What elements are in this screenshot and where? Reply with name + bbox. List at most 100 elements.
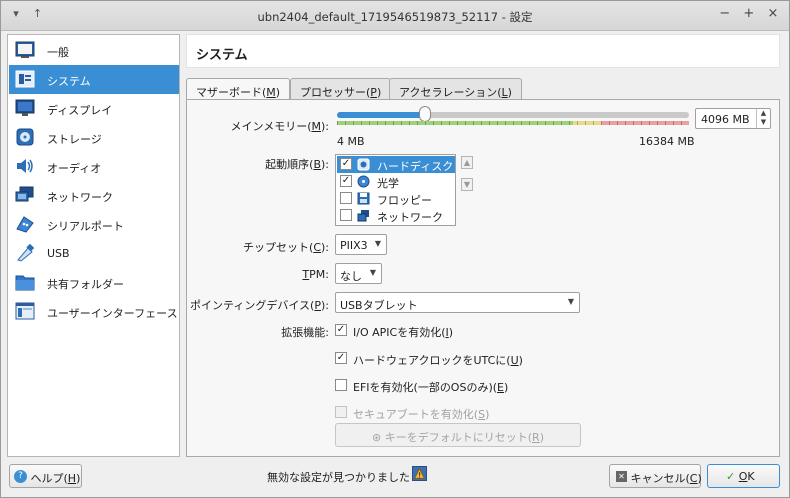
settings-sidebar: 一般 システム ディスプレイ ストレージ オーディオ ネットワーク シリアルポー…	[7, 34, 180, 457]
window-title: ubn2404_default_1719546519873_52117 - 設定	[257, 10, 533, 24]
warning-icon[interactable]	[412, 466, 427, 481]
boot-item-label: フロッピー	[377, 194, 432, 207]
reset-icon: ⊛	[372, 431, 382, 444]
move-down-icon[interactable]: ▼	[461, 178, 473, 191]
checkbox-box[interactable]: ✓	[335, 324, 347, 336]
cancel-icon: ✕	[616, 471, 627, 482]
tpm-label: TPM:	[302, 268, 329, 281]
general-icon	[15, 41, 35, 58]
usb-icon	[17, 244, 35, 262]
sidebar-item-user-interface[interactable]: ユーザーインターフェース	[9, 297, 179, 326]
title-bar: ▾ ↑ ubn2404_default_1719546519873_52117 …	[1, 1, 789, 31]
boot-checkbox[interactable]	[340, 209, 352, 221]
memory-slider-fill	[337, 112, 425, 118]
reset-keys-button: ⊛ キーをデフォルトにリセット(R)	[335, 423, 581, 447]
maximize-icon[interactable]: +	[741, 6, 757, 21]
sidebar-item-storage[interactable]: ストレージ	[9, 123, 179, 152]
title-bar-right-controls: − + ×	[713, 6, 781, 21]
boot-checkbox[interactable]: ✓	[340, 175, 352, 187]
sidebar-item-audio[interactable]: オーディオ	[9, 152, 179, 181]
memory-spin-arrows[interactable]: ▲ ▼	[756, 109, 770, 128]
boot-item-label: ネットワーク	[377, 211, 443, 224]
checkbox-box[interactable]: ✓	[335, 352, 347, 364]
chevron-down-icon: ▼	[567, 297, 574, 306]
boot-item-hard-disk[interactable]: ✓ ハードディスク	[337, 156, 455, 173]
memory-slider-handle[interactable]	[419, 106, 431, 122]
memory-spinbox[interactable]: 4096 MB ▲ ▼	[695, 108, 771, 129]
sidebar-item-system[interactable]: システム	[9, 65, 179, 94]
boot-item-label: 光学	[377, 177, 399, 190]
sidebar-item-usb[interactable]: USB	[9, 239, 179, 268]
chevron-down-icon: ▼	[374, 239, 381, 248]
boot-item-optical[interactable]: ✓ 光学	[337, 173, 455, 190]
sidebar-item-network[interactable]: ネットワーク	[9, 181, 179, 210]
sidebar-item-label: ユーザーインターフェース	[47, 307, 178, 320]
tab-acceleration[interactable]: アクセラレーション(L)	[389, 78, 522, 100]
sidebar-item-label: ディスプレイ	[47, 104, 113, 117]
page-header: システム	[186, 34, 780, 68]
chipset-select[interactable]: PIIX3 ▼	[335, 234, 387, 255]
settings-window: ▾ ↑ ubn2404_default_1719546519873_52117 …	[0, 0, 790, 498]
boot-order-list: ✓ ハードディスク ✓ 光学 フロッピー ネットワーク	[335, 154, 456, 226]
minimize-icon[interactable]: −	[717, 6, 733, 21]
network-boot-icon	[357, 210, 369, 222]
pointing-device-value: USBタブレット	[340, 299, 418, 312]
tpm-value: なし	[340, 270, 362, 283]
sidebar-item-label: オーディオ	[47, 162, 102, 175]
close-icon[interactable]: ×	[765, 6, 781, 21]
checkbox-box	[335, 406, 347, 418]
checkmark-icon: ✓	[726, 470, 736, 483]
memory-value[interactable]: 4096 MB	[701, 113, 750, 126]
memory-label: メインメモリー(M):	[230, 120, 329, 133]
checkbox-box[interactable]	[335, 379, 347, 391]
sidebar-item-general[interactable]: 一般	[9, 36, 179, 65]
ok-button[interactable]: ✓ OK	[707, 464, 780, 488]
network-icon	[15, 186, 34, 202]
memory-max-label: 16384 MB	[639, 135, 695, 148]
chipset-label: チップセット(C):	[243, 241, 329, 254]
page-title: システム	[196, 48, 248, 63]
pointing-device-label: ポインティングデバイス(P):	[190, 299, 329, 312]
pointing-device-select[interactable]: USBタブレット ▼	[335, 292, 580, 313]
chipset-value: PIIX3	[340, 239, 368, 252]
sidebar-item-serial-port[interactable]: シリアルポート	[9, 210, 179, 239]
sidebar-item-label: USB	[47, 247, 70, 260]
sidebar-item-label: 共有フォルダー	[47, 278, 124, 291]
chevron-down-icon: ▼	[369, 268, 376, 277]
display-icon	[15, 99, 35, 116]
move-up-icon[interactable]: ▲	[461, 156, 473, 169]
sidebar-item-label: ストレージ	[47, 133, 102, 146]
sidebar-item-label: 一般	[47, 46, 69, 59]
help-icon: ?	[14, 470, 27, 483]
sidebar-item-shared-folder[interactable]: 共有フォルダー	[9, 268, 179, 297]
tab-processor[interactable]: プロセッサー(P)	[290, 78, 392, 100]
sidebar-item-display[interactable]: ディスプレイ	[9, 94, 179, 123]
floppy-icon	[357, 192, 370, 205]
tab-motherboard[interactable]: マザーボード(M)	[186, 78, 291, 101]
boot-item-floppy[interactable]: フロッピー	[337, 190, 455, 207]
boot-item-network[interactable]: ネットワーク	[337, 207, 455, 224]
boot-checkbox[interactable]: ✓	[340, 158, 352, 170]
system-icon	[15, 70, 35, 88]
storage-icon	[16, 128, 34, 146]
ioapic-label: I/O APICを有効化(I)	[353, 326, 454, 339]
memory-slider[interactable]	[337, 106, 689, 122]
efi-label: EFIを有効化(一部のOSのみ)(E)	[353, 381, 509, 394]
secure-boot-label: セキュアブートを有効化(S)	[353, 408, 490, 421]
boot-item-label: ハードディスク	[377, 160, 454, 173]
sidebar-item-label: ネットワーク	[47, 191, 113, 204]
optical-disc-icon	[357, 175, 370, 188]
utc-clock-label: ハードウェアクロックをUTCに(U)	[353, 354, 523, 367]
extended-features-label: 拡張機能:	[281, 326, 329, 339]
help-button[interactable]: ? ヘルプ(H)	[9, 464, 82, 488]
boot-checkbox[interactable]	[340, 192, 352, 204]
shared-folder-icon	[15, 275, 35, 291]
motherboard-panel: メインメモリー(M): 4096 MB ▲ ▼ 4 MB 16384 MB 起動順…	[186, 99, 780, 457]
cancel-button[interactable]: ✕ キャンセル(C)	[609, 464, 702, 488]
memory-min-label: 4 MB	[337, 135, 365, 148]
serial-port-icon	[16, 216, 34, 233]
hard-disk-icon	[357, 158, 370, 171]
boot-order-label: 起動順序(B):	[265, 158, 329, 171]
tpm-select[interactable]: なし ▼	[335, 263, 382, 284]
memory-scale-ticks	[337, 121, 689, 125]
